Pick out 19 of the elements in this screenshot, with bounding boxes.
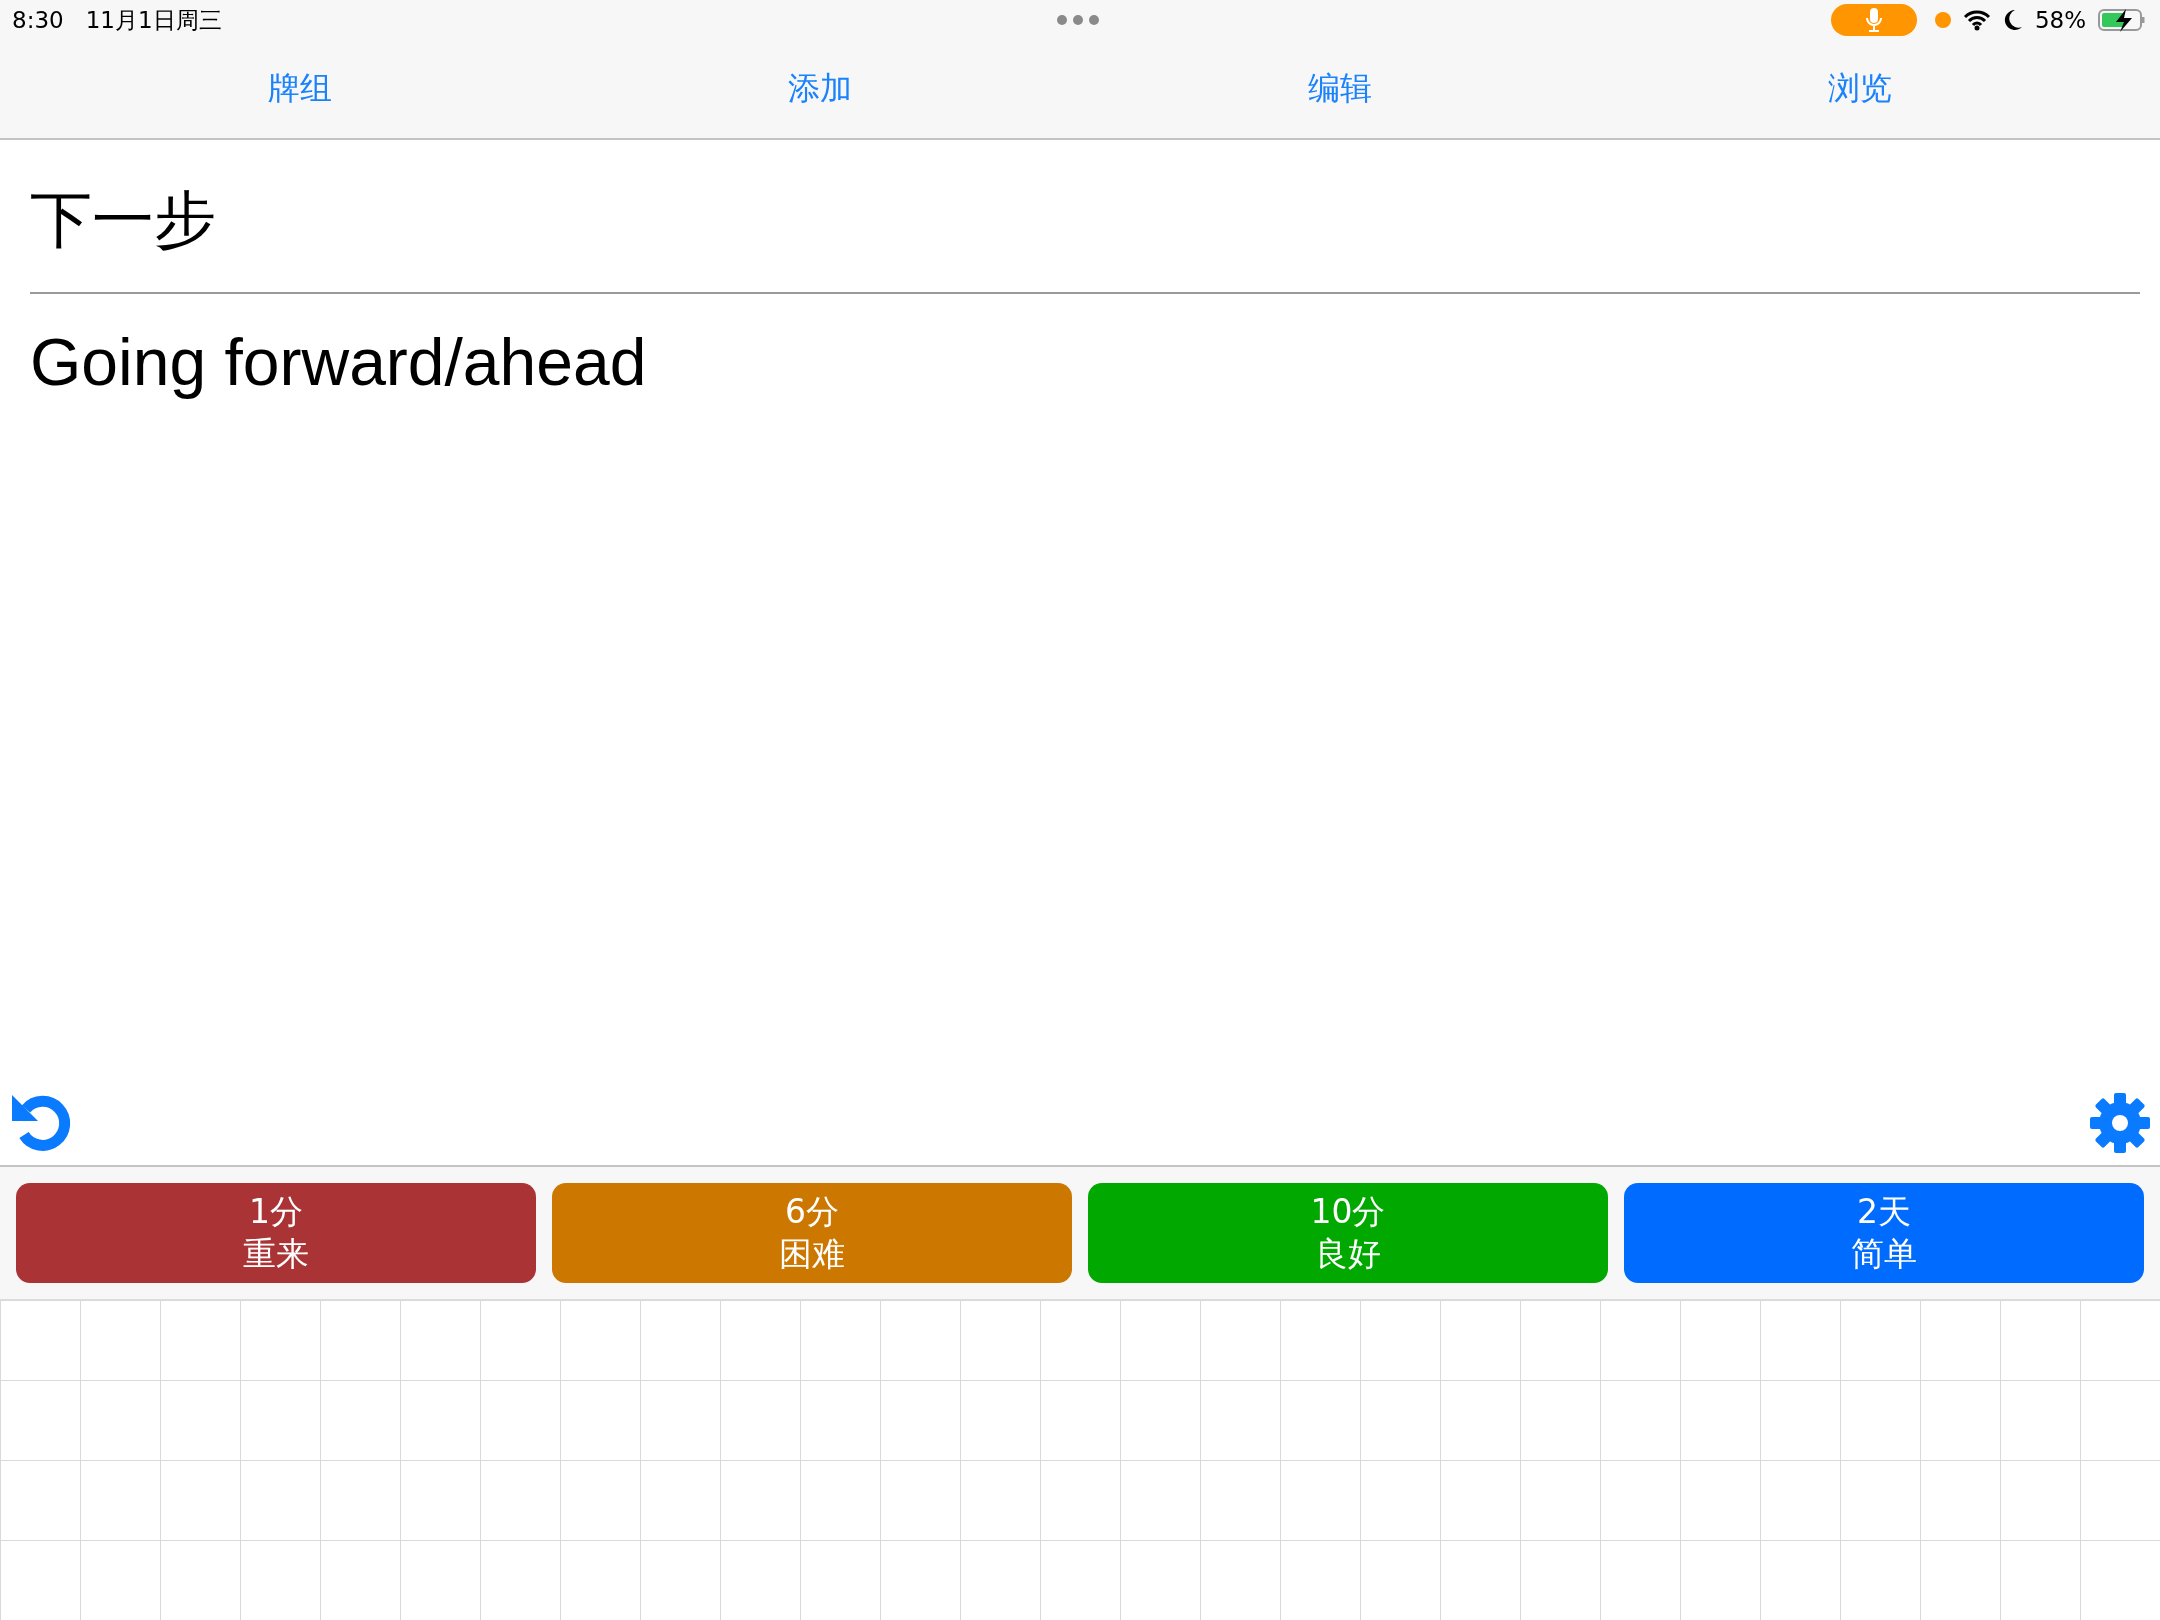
card-front-text: 下一步	[29, 182, 217, 258]
toolbar-link[interactable]: 浏览	[1828, 67, 1892, 111]
answer-button[interactable]: 6分 困难	[552, 1183, 1072, 1283]
toolbar-link[interactable]: 编辑	[1308, 67, 1372, 111]
battery-percent: 58%	[2034, 7, 2086, 33]
dot-icon	[1934, 12, 1951, 28]
card-back-text: Going forward/ahead	[29, 324, 648, 401]
status-time: 8:30	[12, 7, 64, 33]
answer-button[interactable]: 2天 简单	[1624, 1183, 2144, 1283]
more-dots-icon[interactable]	[1056, 14, 1100, 26]
toolbar-link[interactable]: 添加	[788, 67, 852, 111]
wifi-icon	[1962, 9, 1991, 31]
settings-icon[interactable]	[2088, 1091, 2152, 1155]
answer-button[interactable]: 1分 重来	[16, 1183, 536, 1283]
answer-button[interactable]: 10分 良好	[1088, 1183, 1608, 1283]
moon-icon	[2002, 9, 2023, 31]
toolbar-link[interactable]: 牌组	[268, 67, 332, 111]
battery-charging-icon	[2098, 8, 2148, 32]
status-date: 11月1日周三	[85, 5, 222, 35]
